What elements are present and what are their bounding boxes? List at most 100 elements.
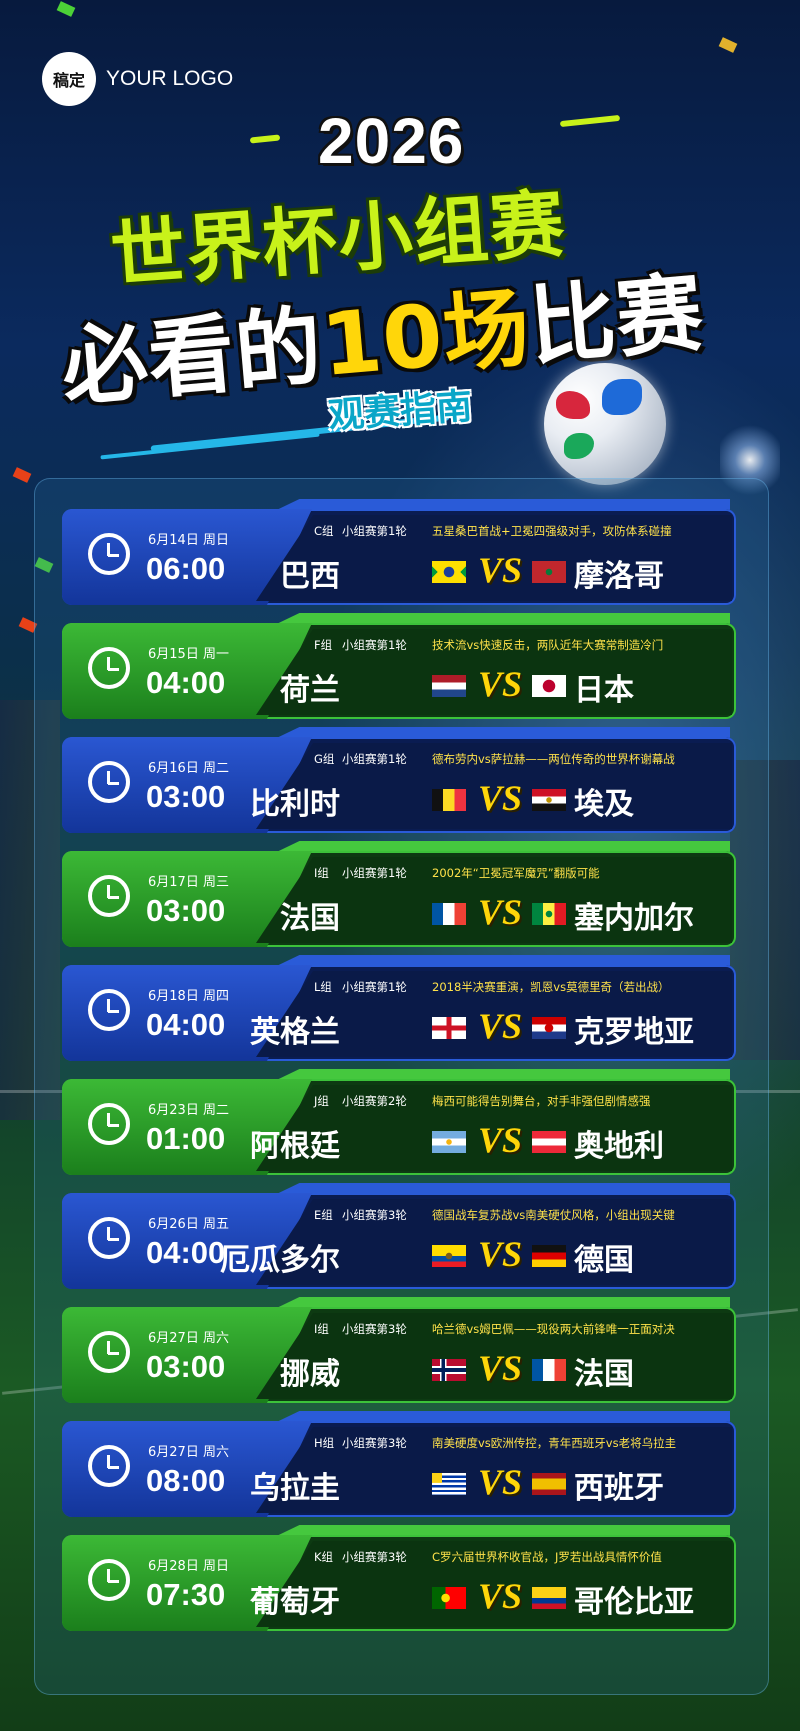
match-date: 6月23日 周二 <box>148 1103 229 1118</box>
match-group: L组 <box>314 980 332 994</box>
header-subtitle: 观赛指南 <box>326 386 474 437</box>
match-meta: H组 小组赛第3轮 南美硬度vs欧洲传控，青年西班牙vs老将乌拉圭 <box>314 1435 676 1451</box>
logo-mark: 稿定 <box>42 52 96 106</box>
team-a-name: 巴西 <box>280 559 340 594</box>
match-time: 08:00 <box>146 1463 226 1498</box>
card-body: 6月23日 周二 01:00 J组 小组赛第2轮 梅西可能得告别舞台，对手非强但剧情感强… <box>62 1079 736 1175</box>
versus-label: VS <box>478 1120 523 1160</box>
card-body: 6月27日 周六 03:00 I组 小组赛第3轮 哈兰德vs姆巴佩——现役两大前锋唯一正… <box>62 1307 736 1403</box>
match-date: 6月18日 周四 <box>148 989 229 1004</box>
france-flag-icon <box>532 1359 566 1381</box>
team-b-name: 塞内加尔 <box>574 901 694 936</box>
clock-icon <box>88 1559 130 1601</box>
decor-slash <box>249 134 281 144</box>
versus-label: VS <box>478 550 523 590</box>
versus-label: VS <box>478 1006 523 1046</box>
clock-icon <box>88 533 130 575</box>
match-card: 6月23日 周二 01:00 J组 小组赛第2轮 梅西可能得告别舞台，对手非强但剧情感强… <box>62 1069 736 1175</box>
versus-label: VS <box>478 778 523 818</box>
versus-label: VS <box>478 664 523 704</box>
team-a-name: 厄瓜多尔 <box>220 1243 340 1278</box>
match-card: 6月15日 周一 04:00 F组 小组赛第1轮 技术流vs快速反击，两队近年大赛常制造… <box>62 613 736 719</box>
brand-logo: 稿定 YOUR LOGO <box>42 52 233 106</box>
match-time: 03:00 <box>146 893 226 928</box>
match-card: 6月27日 周六 08:00 H组 小组赛第3轮 南美硬度vs欧洲传控，青年西班牙vs老… <box>62 1411 736 1517</box>
match-note: 2002年“卫冕冠军魔咒”翻版可能 <box>432 866 600 880</box>
team-a-name: 阿根廷 <box>250 1129 340 1164</box>
match-meta: E组 小组赛第3轮 德国战车复苏战vs南美硬仗风格，小组出现关键 <box>314 1207 675 1223</box>
versus-label: VS <box>478 1348 523 1388</box>
versus-label: VS <box>478 1462 523 1502</box>
team-b-name: 法国 <box>574 1357 634 1392</box>
match-group: K组 <box>314 1550 334 1564</box>
title-line2-post: 比赛 <box>525 263 708 378</box>
match-meta: L组 小组赛第1轮 2018半决赛重演，凯恩vs莫德里奇（若出战） <box>314 979 670 995</box>
match-date: 6月17日 周三 <box>148 875 229 890</box>
senegal-flag-icon <box>532 903 566 925</box>
match-date: 6月16日 周二 <box>148 761 229 776</box>
match-round: 小组赛第3轮 <box>342 1322 407 1336</box>
match-card: 6月14日 周日 06:00 C组 小组赛第1轮 五星桑巴首战+卫冕四强级对手，攻防体系… <box>62 499 736 605</box>
match-date: 6月27日 周六 <box>148 1331 229 1346</box>
match-group: C组 <box>314 524 334 538</box>
match-date: 6月28日 周日 <box>148 1559 229 1574</box>
croatia-flag-icon <box>532 1017 566 1039</box>
egypt-flag-icon <box>532 789 566 811</box>
match-note: 五星桑巴首战+卫冕四强级对手，攻防体系碰撞 <box>432 524 672 538</box>
match-time: 04:00 <box>146 1007 226 1042</box>
versus-label: VS <box>478 1234 523 1274</box>
title-line2-pre: 必看的 <box>57 296 327 419</box>
team-a-name: 荷兰 <box>280 673 340 708</box>
confetti-piece <box>56 1 76 17</box>
match-round: 小组赛第1轮 <box>342 524 407 538</box>
match-card: 6月18日 周四 04:00 L组 小组赛第1轮 2018半决赛重演，凯恩vs莫德里奇（… <box>62 955 736 1061</box>
team-b-name: 德国 <box>574 1243 634 1278</box>
card-body: 6月28日 周日 07:30 K组 小组赛第3轮 C罗六届世界杯收官战，J罗若出战具情怀… <box>62 1535 736 1631</box>
match-card: 6月17日 周三 03:00 I组 小组赛第1轮 2002年“卫冕冠军魔咒”翻版可能 法国… <box>62 841 736 947</box>
spain-flag-icon <box>532 1473 566 1495</box>
card-body: 6月15日 周一 04:00 F组 小组赛第1轮 技术流vs快速反击，两队近年大赛常制造… <box>62 623 736 719</box>
clock-icon <box>88 989 130 1031</box>
match-time: 01:00 <box>146 1121 226 1156</box>
match-group: G组 <box>314 752 335 766</box>
decor-slash <box>559 114 621 128</box>
match-meta: I组 小组赛第1轮 2002年“卫冕冠军魔咒”翻版可能 <box>314 865 600 881</box>
card-body: 6月27日 周六 08:00 H组 小组赛第3轮 南美硬度vs欧洲传控，青年西班牙vs老… <box>62 1421 736 1517</box>
match-round: 小组赛第1轮 <box>342 638 407 652</box>
uruguay-flag-icon <box>432 1473 466 1495</box>
match-note: C罗六届世界杯收官战，J罗若出战具情怀价值 <box>432 1550 662 1564</box>
france-flag-icon <box>432 903 466 925</box>
team-a-name: 比利时 <box>250 787 340 822</box>
team-b-name: 日本 <box>574 673 634 708</box>
confetti-piece <box>12 467 32 483</box>
match-group: J组 <box>314 1094 329 1108</box>
team-a-name: 葡萄牙 <box>250 1585 340 1620</box>
clock-icon <box>88 875 130 917</box>
team-b-name: 西班牙 <box>574 1471 664 1506</box>
clock-icon <box>88 1331 130 1373</box>
versus-label: VS <box>478 892 523 932</box>
match-time: 06:00 <box>146 551 226 586</box>
match-group: H组 <box>314 1436 335 1450</box>
match-date: 6月15日 周一 <box>148 647 229 662</box>
portugal-flag-icon <box>432 1587 466 1609</box>
match-round: 小组赛第2轮 <box>342 1094 407 1108</box>
germany-flag-icon <box>532 1245 566 1267</box>
team-b-name: 哥伦比亚 <box>574 1585 694 1620</box>
clock-icon <box>88 1217 130 1259</box>
netherlands-flag-icon <box>432 675 466 697</box>
match-meta: J组 小组赛第2轮 梅西可能得告别舞台，对手非强但剧情感强 <box>314 1093 651 1109</box>
match-date: 6月14日 周日 <box>148 533 229 548</box>
match-note: 哈兰德vs姆巴佩——现役两大前锋唯一正面对决 <box>432 1322 675 1336</box>
match-time: 03:00 <box>146 779 226 814</box>
match-group: I组 <box>314 1322 329 1336</box>
confetti-piece <box>718 37 738 53</box>
morocco-flag-icon <box>532 561 566 583</box>
match-meta: F组 小组赛第1轮 技术流vs快速反击，两队近年大赛常制造冷门 <box>314 637 663 653</box>
decor-slash <box>100 432 320 460</box>
versus-label: VS <box>478 1576 523 1616</box>
header-year: 2026 <box>318 105 465 177</box>
match-note: 南美硬度vs欧洲传控，青年西班牙vs老将乌拉圭 <box>432 1436 677 1450</box>
team-b-name: 摩洛哥 <box>574 559 664 594</box>
match-date: 6月26日 周五 <box>148 1217 229 1232</box>
